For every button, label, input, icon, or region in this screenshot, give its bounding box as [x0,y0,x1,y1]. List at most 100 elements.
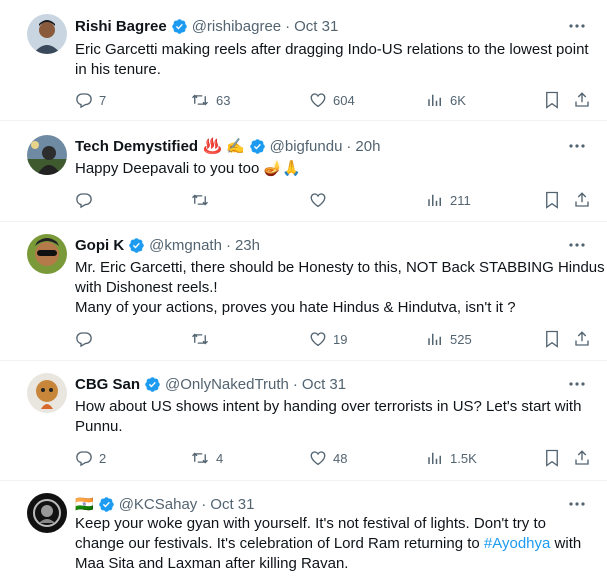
views-button[interactable]: 525 [426,329,472,349]
tweet-header: 🇮🇳 @KCSahay · Oct 31 [75,493,567,515]
action-bar: 2 4 48 1.5K [75,448,595,468]
views-button[interactable]: 6K [426,90,466,110]
avatar[interactable] [27,234,67,274]
views-count: 525 [450,331,472,347]
reply-button[interactable]: 2 [75,448,106,468]
tweet-text: How about US shows intent by handing ove… [75,397,589,437]
more-options-icon[interactable] [565,235,589,255]
bookmark-icon [546,449,558,467]
avatar[interactable] [27,373,67,413]
more-options-icon[interactable] [565,374,589,394]
bookmark-button[interactable] [544,329,560,349]
timestamp[interactable]: 20h [355,138,380,155]
heart-icon [310,451,326,466]
timestamp[interactable]: Oct 31 [210,496,254,513]
bookmark-button[interactable] [544,448,560,468]
views-button[interactable]: 1.5K [426,448,477,468]
action-bar: 7 63 604 6K [75,90,595,110]
tweet-text: Happy Deepavali to you too 🪔🙏 [75,159,589,179]
text-line: Maa Sita and Laxman after killing Ravan. [75,555,349,572]
retweet-button[interactable] [190,190,210,210]
retweet-button[interactable] [190,329,210,349]
views-chart-icon [428,194,441,206]
retweet-button[interactable]: 63 [190,90,230,110]
text-line: with Dishonest reels.! [75,279,218,296]
heart-icon [310,332,326,347]
retweet-button[interactable]: 4 [190,448,223,468]
text-line: Many of your actions, proves you hate Hi… [75,299,516,316]
like-button[interactable]: 19 [309,329,347,349]
timestamp[interactable]: Oct 31 [302,376,346,393]
heart-icon [310,93,326,108]
timestamp[interactable]: Oct 31 [294,18,338,35]
views-count: 6K [450,92,466,108]
text-segment: with [550,535,582,552]
display-name[interactable]: Rishi Bagree [75,18,167,35]
retweet-count: 4 [216,450,224,466]
reply-feed: Rishi Bagree @rishibagree · Oct 31 Eric … [0,0,607,586]
share-icon [575,92,589,107]
reply-button[interactable] [75,190,93,210]
reply-icon [76,93,92,109]
more-options-icon[interactable] [565,136,589,156]
reply-icon [76,451,92,467]
display-name[interactable]: Gopi K [75,237,124,254]
handle[interactable]: @kmgnath [149,237,222,254]
reply-icon [76,332,92,348]
share-button[interactable] [573,190,591,210]
views-chart-icon [428,94,441,106]
reply-button[interactable]: 7 [75,90,106,110]
text-segment: change our festivals. It's celebration o… [75,535,484,552]
tweet[interactable]: 🇮🇳 @KCSahay · Oct 31 Keep your woke gyan… [0,481,607,586]
bookmark-button[interactable] [544,90,560,110]
text-line: Happy Deepavali to you too 🪔🙏 [75,160,301,177]
tweet[interactable]: CBG San @OnlyNakedTruth · Oct 31 How abo… [0,361,607,481]
tweet[interactable]: Tech Demystified ♨️ ✍️ @bigfundu · 20h H… [0,121,607,222]
avatar[interactable] [27,135,67,175]
india-flag-icon: 🇮🇳 [75,496,94,513]
more-options-icon[interactable] [565,494,589,514]
tweet-header: Rishi Bagree @rishibagree · Oct 31 [75,15,567,37]
text-line: Punnu. [75,418,123,435]
text-line: in his tenure. [75,61,161,78]
like-button[interactable]: 48 [309,448,347,468]
tweet[interactable]: Gopi K @kmgnath · 23h Mr. Eric Garcetti,… [0,222,607,361]
share-button[interactable] [573,90,591,110]
text-line: Mr. Eric Garcetti, there should be Hones… [75,259,605,276]
like-button[interactable] [309,190,327,210]
share-button[interactable] [573,448,591,468]
bookmark-icon [546,191,558,209]
tweet-text: Eric Garcetti making reels after draggin… [75,40,589,80]
share-button[interactable] [573,329,591,349]
timestamp[interactable]: 23h [235,237,260,254]
text-line: Keep your woke gyan with yourself. It's … [75,515,546,532]
verified-badge-icon [171,18,188,35]
separator-dot: · [285,17,291,35]
handle[interactable]: @bigfundu [270,138,343,155]
avatar[interactable] [27,14,67,54]
share-icon [575,192,589,207]
bookmark-button[interactable] [544,190,560,210]
avatar[interactable] [27,493,67,533]
hashtag-link[interactable]: #Ayodhya [484,535,550,552]
heart-icon [310,193,326,208]
handle[interactable]: @OnlyNakedTruth [165,376,289,393]
like-button[interactable]: 604 [309,90,355,110]
action-bar: 19 525 [75,329,595,349]
display-name[interactable]: CBG San [75,376,140,393]
handle[interactable]: @KCSahay [119,496,198,513]
retweet-icon [192,333,208,345]
reply-button[interactable] [75,329,93,349]
like-count: 19 [333,331,348,347]
text-line: How about US shows intent by handing ove… [75,398,582,415]
retweet-count: 63 [216,92,231,108]
bookmark-icon [546,330,558,348]
separator-dot: · [346,137,352,155]
share-icon [575,450,589,465]
handle[interactable]: @rishibagree [192,18,281,35]
views-chart-icon [428,452,441,464]
display-name[interactable]: Tech Demystified [75,138,198,155]
more-options-icon[interactable] [565,16,589,36]
views-button[interactable]: 211 [426,190,471,210]
tweet[interactable]: Rishi Bagree @rishibagree · Oct 31 Eric … [0,0,607,121]
